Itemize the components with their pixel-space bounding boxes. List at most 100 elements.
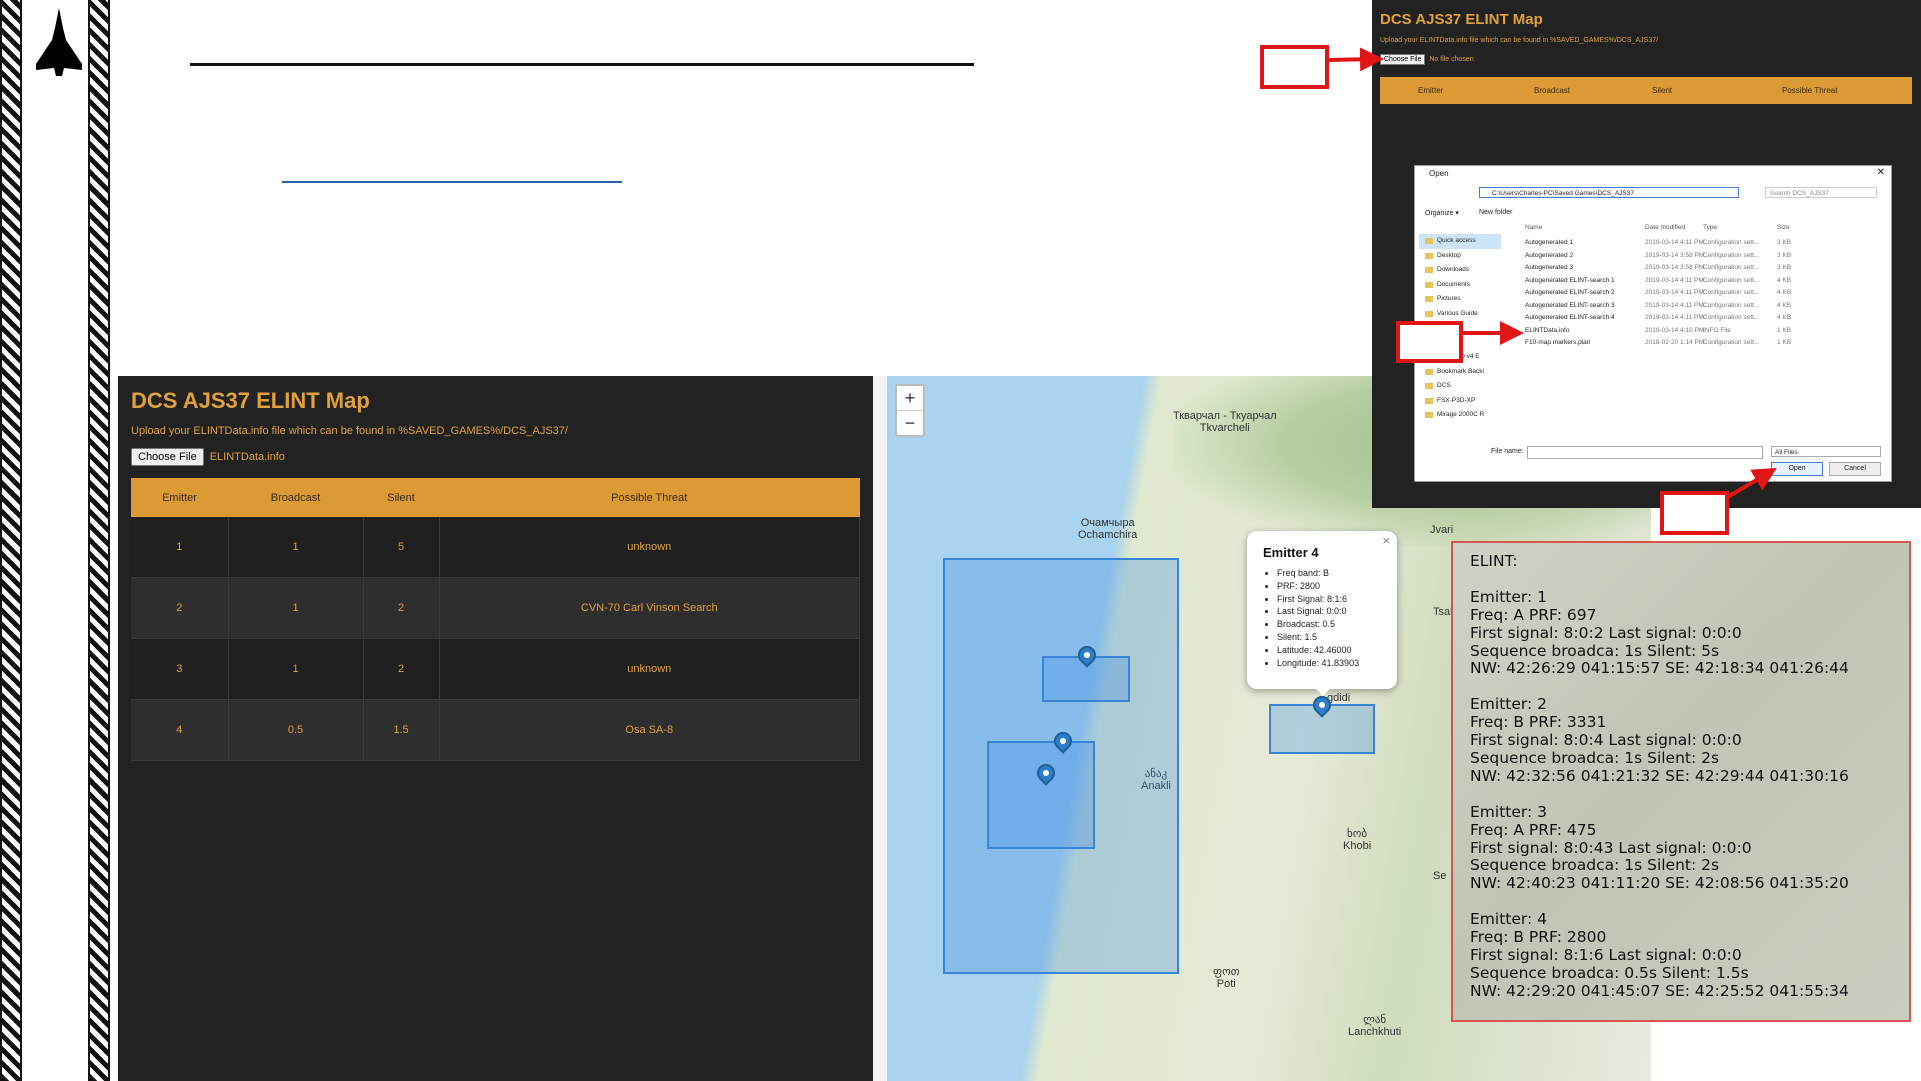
choose-file-button[interactable]: Choose File — [131, 448, 204, 466]
column-header-broadcast: Broadcast — [228, 478, 363, 517]
elint-app-panel: DCS AJS37 ELINT Map Upload your ELINTDat… — [118, 376, 873, 1081]
inset-app-title: DCS AJS37 ELINT Map — [1380, 11, 1543, 28]
file-type: Configuration sett... — [1703, 301, 1760, 309]
new-folder-button[interactable]: New folder — [1479, 209, 1512, 216]
dialog-search-input[interactable]: Search DCS_AJS37 — [1765, 187, 1877, 198]
file-row-elintdata[interactable]: ELINTData.info 2019-03-14 4:10 PM INFO Fil… — [1515, 325, 1887, 338]
nav-item[interactable]: Various Guide — [1419, 307, 1501, 322]
inset-choose-file-button[interactable]: Choose File — [1380, 54, 1426, 65]
file-type: Configuration sett... — [1703, 251, 1760, 259]
file-type: Configuration sett... — [1703, 264, 1760, 271]
col-size[interactable]: Size — [1777, 224, 1790, 231]
open-button[interactable]: Open — [1771, 462, 1823, 476]
file-name: ELINTData.info — [1525, 326, 1570, 334]
cancel-button[interactable]: Cancel — [1829, 462, 1881, 476]
cell-broadcast: 1 — [228, 577, 364, 639]
file-type: Configuration sett... — [1703, 239, 1760, 246]
cell-broadcast: 1 — [228, 638, 364, 700]
emitter-1-region[interactable] — [987, 741, 1095, 849]
elint-kneeboard-text: ELINT: Emitter: 1 Freq: A PRF: 697 First… — [1470, 552, 1849, 1000]
nav-item[interactable]: Documents — [1419, 278, 1501, 293]
inset-col-broadcast: Broadcast — [1534, 86, 1571, 95]
dialog-close-icon[interactable]: ✕ — [1877, 167, 1885, 178]
file-date: 2019-03-14 4:11 PM — [1645, 276, 1704, 284]
selected-file-name: ELINTData.info — [209, 451, 285, 463]
file-name-label: File name: — [1491, 448, 1524, 455]
popup-prf: PRF: 2800 — [1277, 580, 1359, 593]
file-size: 4 KB — [1777, 314, 1792, 321]
file-name: Autogenerated 2 — [1525, 251, 1574, 259]
map-scrollbar[interactable] — [873, 376, 887, 1081]
column-header-threat: Possible Threat — [439, 478, 860, 517]
inset-col-threat: Possible Threat — [1782, 86, 1838, 95]
file-date: 2019-03-14 3:58 PM — [1645, 264, 1705, 271]
nav-item[interactable]: FSX-P3D-XP — [1419, 394, 1501, 409]
dialog-path-bar[interactable]: C:\Users\Charles-PC\Saved Games\DCS_AJS3… — [1479, 187, 1739, 198]
map-label-lanchkhuti: ლან Lanchkhuti — [1348, 1014, 1402, 1038]
popup-close-icon[interactable]: × — [1382, 533, 1390, 548]
nav-item[interactable]: Mirage 2000C R — [1419, 408, 1501, 423]
file-type: Configuration sett... — [1703, 289, 1760, 296]
nav-item[interactable]: Pictures — [1419, 292, 1501, 307]
map-label-khobi: ხობ Khobi — [1343, 828, 1372, 852]
table-row[interactable]: 1 1 5 unknown — [131, 517, 860, 578]
nav-item[interactable]: Desktop — [1419, 249, 1501, 264]
file-date: 2019-03-14 4:11 PM — [1645, 314, 1704, 321]
file-size: 1 KB — [1777, 339, 1792, 346]
file-type-filter[interactable]: All Files — [1771, 446, 1881, 457]
column-header-silent: Silent — [363, 478, 439, 517]
map-label-jvari: Jvari — [1430, 524, 1454, 536]
file-size: 4 KB — [1777, 301, 1792, 309]
file-name: Autogenerated 1 — [1525, 239, 1574, 246]
nav-item[interactable]: Bookmark Backi — [1419, 365, 1501, 380]
file-name-input[interactable] — [1527, 446, 1763, 459]
file-row[interactable]: Autogenerated ELINT-search 3 2019-03-14 4… — [1515, 300, 1887, 313]
callout-box-choose-file — [1260, 45, 1329, 89]
zoom-out-button[interactable]: − — [897, 410, 923, 435]
file-row[interactable]: Autogenerated 2 2019-03-14 3:58 PM Configu… — [1515, 250, 1887, 263]
file-row[interactable]: Autogenerated ELINT-search 4 2019-03-14 4… — [1515, 312, 1887, 325]
file-row[interactable]: F10-map markers.plan 2018-02-20 1:14 PM Co… — [1515, 337, 1887, 350]
nav-item[interactable]: Quick access — [1419, 234, 1501, 249]
inset-app-subtitle: Upload your ELINTData.info file which ca… — [1380, 37, 1659, 44]
table-row[interactable]: 2 1 2 CVN-70 Carl Vinson Search — [131, 577, 860, 639]
file-row[interactable]: Autogenerated ELINT-search 2 2019-03-14 4… — [1515, 287, 1887, 300]
popup-title: Emitter 4 — [1263, 545, 1319, 560]
file-name: Autogenerated ELINT-search 1 — [1525, 276, 1615, 284]
file-name: Autogenerated ELINT-search 4 — [1525, 314, 1615, 321]
nav-item[interactable]: Downloads — [1419, 263, 1501, 278]
col-name[interactable]: Name — [1525, 224, 1542, 231]
file-size: 3 KB — [1777, 251, 1792, 259]
elint-table: Emitter Broadcast Silent Possible Threat… — [131, 478, 860, 761]
cell-threat: unknown — [439, 638, 860, 700]
inset-screenshot: DCS AJS37 ELINT Map Upload your ELINTDat… — [1372, 0, 1921, 508]
map-label-se: Se — [1433, 870, 1447, 882]
popup-details-list: Freq band: B PRF: 2800 First Signal: 8:1… — [1263, 567, 1359, 669]
zoom-in-button[interactable]: + — [897, 386, 923, 410]
callout-box-elintdata — [1396, 321, 1463, 363]
col-date[interactable]: Date modified — [1645, 224, 1685, 231]
table-row[interactable]: 3 1 2 unknown — [131, 638, 860, 700]
file-date: 2019-03-14 4:11 PM — [1645, 289, 1704, 296]
file-row[interactable]: Autogenerated 3 2019-03-14 3:58 PM Configu… — [1515, 262, 1887, 275]
file-name: Autogenerated ELINT-search 3 — [1525, 301, 1615, 309]
inset-file-row: Choose File No file chosen — [1380, 54, 1474, 65]
col-type[interactable]: Type — [1703, 224, 1717, 231]
slide-link-underline[interactable] — [282, 181, 622, 183]
popup-freq-band: Freq band: B — [1277, 567, 1359, 580]
popup-latitude: Latitude: 42.46000 — [1277, 644, 1359, 657]
inset-table-header: Emitter Broadcast Silent Possible Threat — [1380, 77, 1912, 104]
file-size: 3 KB — [1777, 239, 1792, 246]
arrow-to-choose-file — [1328, 47, 1384, 72]
cell-threat: Osa SA-8 — [439, 699, 860, 761]
file-date: 2019-03-14 4:11 PM — [1645, 239, 1704, 246]
organize-menu[interactable]: Organize ▾ — [1425, 209, 1459, 217]
zoom-control: + − — [895, 384, 925, 437]
file-row[interactable]: Autogenerated ELINT-search 1 2019-03-14 4… — [1515, 275, 1887, 288]
file-type: Configuration sett... — [1703, 339, 1760, 346]
nav-item[interactable]: DCS — [1419, 379, 1501, 394]
cell-threat: unknown — [439, 517, 860, 578]
cell-emitter: 4 — [131, 699, 229, 761]
table-row[interactable]: 4 0.5 1.5 Osa SA-8 — [131, 699, 860, 761]
file-row[interactable]: Autogenerated 1 2019-03-14 4:11 PM Configu… — [1515, 237, 1887, 250]
